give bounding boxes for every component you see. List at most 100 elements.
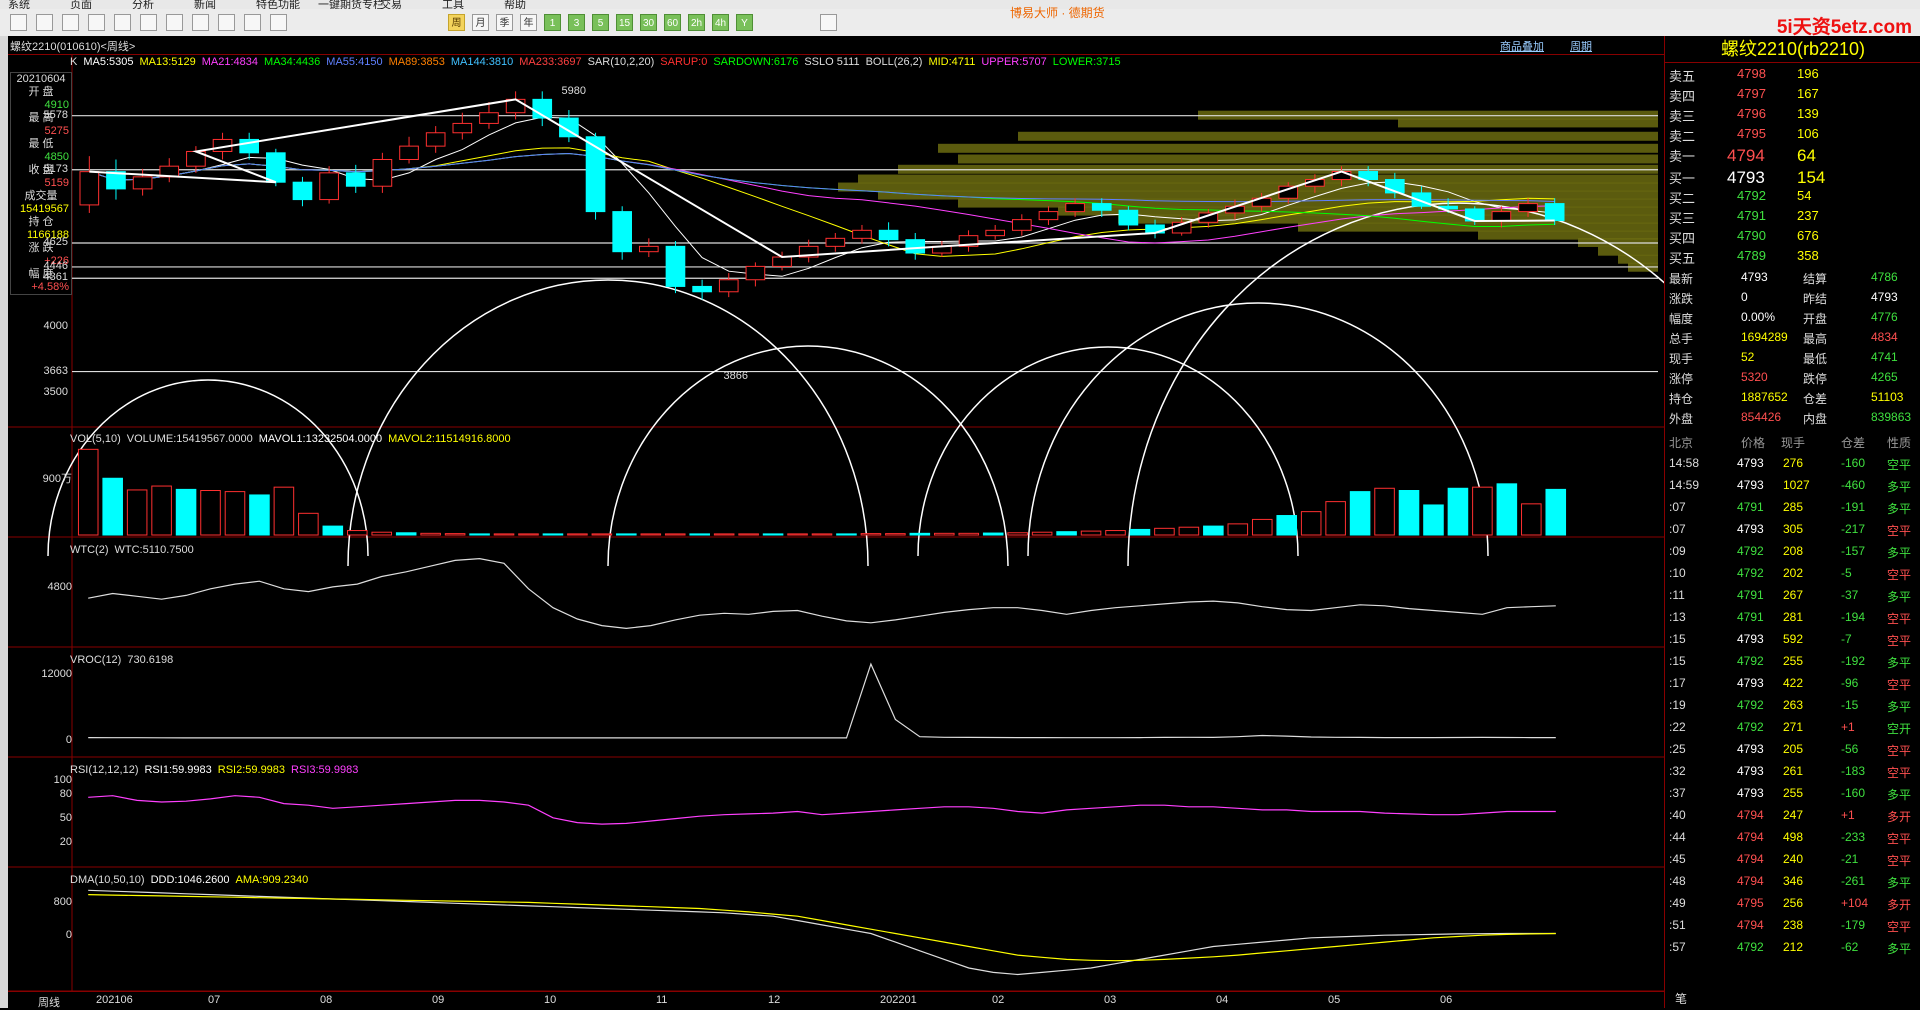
volume-bar	[1007, 532, 1028, 536]
menu-item[interactable]: 帮助	[504, 0, 526, 9]
volume-bar	[1496, 483, 1518, 536]
ma-legend-item: SARUP:0	[660, 56, 708, 68]
candle-body	[825, 237, 846, 247]
stat-value: 4265	[1871, 370, 1898, 384]
chart-canvas[interactable]	[8, 36, 1664, 1008]
tick-header-cell: 价格	[1741, 436, 1766, 450]
volume-profile-bar	[958, 154, 1658, 164]
tick-vol: 238	[1783, 918, 1804, 932]
toolbar-icon[interactable]	[218, 14, 235, 31]
chart-titlebar: 螺纹2210(010610)<周线> 商品叠加 周期	[8, 36, 1664, 55]
menu-item[interactable]: 页面	[70, 0, 92, 9]
bid-vol: 54	[1797, 188, 1812, 203]
period-tab[interactable]: 5	[592, 14, 609, 31]
menu-bar: 系统 页面 分析 新闻 特色功能 一键期货专栏 交易 工具 帮助	[0, 0, 1920, 9]
period-tab[interactable]: 2h	[688, 14, 705, 31]
menu-item[interactable]: 工具	[442, 0, 464, 9]
volume-bar	[224, 491, 246, 536]
tick-price: 4794	[1737, 852, 1764, 866]
tick-vol: 1027	[1783, 478, 1810, 492]
candle-body	[772, 256, 792, 267]
stat-value: 5320	[1741, 370, 1768, 384]
overlay-link[interactable]: 商品叠加	[1500, 38, 1544, 54]
toolbar-icon[interactable]	[192, 14, 209, 31]
tick-vol: 261	[1783, 764, 1804, 778]
period-tab[interactable]: 年	[520, 14, 537, 31]
vroc-axis-label: 0	[65, 734, 72, 746]
tick-nature: 多平	[1887, 942, 1912, 956]
tick-row: 14:59 4793 1027 -460 多平	[1665, 474, 1920, 496]
period-tab[interactable]: 月	[472, 14, 489, 31]
tick-delta: -7	[1841, 632, 1852, 646]
dma-axis-label: 800	[53, 896, 72, 908]
tick-nature: 多平	[1887, 546, 1912, 560]
tick-footer-tab[interactable]: 笔	[1675, 990, 1687, 1007]
candle-body	[745, 265, 766, 281]
vol-legend-item: MAVOL2:11514916.8000	[388, 433, 511, 445]
tick-time: :10	[1669, 566, 1686, 580]
period-tab[interactable]: Y	[736, 14, 753, 31]
menu-item[interactable]: 一键期货专栏	[318, 0, 384, 9]
menu-item[interactable]: 系统	[8, 0, 30, 9]
bid-row: 买一 4793 154	[1665, 166, 1920, 187]
menu-item[interactable]: 交易	[380, 0, 402, 9]
candle-body	[692, 285, 712, 293]
chart-title: 螺纹2210(010610)<周线>	[10, 41, 136, 53]
tick-row: :13 4791 281 -194 空平	[1665, 606, 1920, 628]
tick-header-cell: 现手	[1781, 436, 1806, 450]
toolbar-icon[interactable]	[36, 14, 53, 31]
volume-bar	[371, 531, 393, 536]
x-axis: 周线 202106 07 08 09 10 11 12 202201 02 03 04 05 06	[8, 991, 1664, 1009]
volume-bar	[1447, 487, 1469, 536]
info-label: 20210604	[16, 73, 66, 85]
volume-bar	[1398, 490, 1420, 536]
menu-item[interactable]: 分析	[132, 0, 154, 9]
period-tab[interactable]: 季	[496, 14, 513, 31]
tick-nature: 空平	[1887, 744, 1912, 758]
tick-time: :32	[1669, 764, 1686, 778]
volume-bar	[420, 532, 441, 536]
volume-bar	[1227, 523, 1249, 536]
period-tab[interactable]: 3	[568, 14, 585, 31]
toolbar-icon[interactable]	[244, 14, 261, 31]
toolbar-icon[interactable]	[820, 14, 837, 31]
tick-delta: -160	[1841, 786, 1866, 800]
toolbar-icon[interactable]	[62, 14, 79, 31]
toolbar-icon[interactable]	[114, 14, 131, 31]
period-link[interactable]: 周期	[1570, 38, 1592, 54]
toolbar-icon[interactable]	[140, 14, 157, 31]
menu-item[interactable]: 新闻	[194, 0, 216, 9]
volume-bar	[1374, 487, 1395, 536]
tick-price: 4792	[1737, 698, 1764, 712]
volume-profile-bar	[838, 182, 1658, 192]
toolbar-icon[interactable]	[10, 14, 27, 31]
volume-bar	[811, 533, 833, 536]
stat-value: 4793	[1741, 270, 1768, 284]
x-axis-tick: 202106	[96, 994, 133, 1006]
volume-profile-bar	[1398, 118, 1658, 128]
rsi-legend: RSI(12,12,12) RSI1:59.9983 RSI2:59.9983 RSI…	[70, 764, 364, 776]
chart-area[interactable]: 螺纹2210(010610)<周线> 商品叠加 周期 K MA5:5305 MA13…	[8, 36, 1664, 1009]
left-side-tabs[interactable]	[0, 36, 8, 1008]
tick-vol: 240	[1783, 852, 1804, 866]
toolbar-icon[interactable]	[88, 14, 105, 31]
ask-vol: 106	[1797, 126, 1819, 141]
period-tab[interactable]: 4h	[712, 14, 729, 31]
tick-delta: -194	[1841, 610, 1866, 624]
volume-profile-bar	[1298, 222, 1658, 232]
menu-item[interactable]: 特色功能	[256, 0, 300, 9]
bid-vol: 676	[1797, 228, 1819, 243]
toolbar-icon[interactable]	[270, 14, 287, 31]
tick-price: 4792	[1737, 940, 1764, 954]
period-tab[interactable]: 周	[448, 14, 465, 31]
period-tab[interactable]: 60	[664, 14, 681, 31]
toolbar-icon[interactable]	[166, 14, 183, 31]
volume-bar	[591, 533, 613, 536]
candle-body	[319, 172, 339, 201]
period-tab[interactable]: 15	[616, 14, 633, 31]
tick-row: :45 4794 240 -21 空平	[1665, 848, 1920, 870]
stat-label: 最低	[1803, 352, 1828, 366]
period-tab[interactable]: 30	[640, 14, 657, 31]
volume-bar	[1276, 515, 1298, 536]
period-tab[interactable]: 1	[544, 14, 561, 31]
